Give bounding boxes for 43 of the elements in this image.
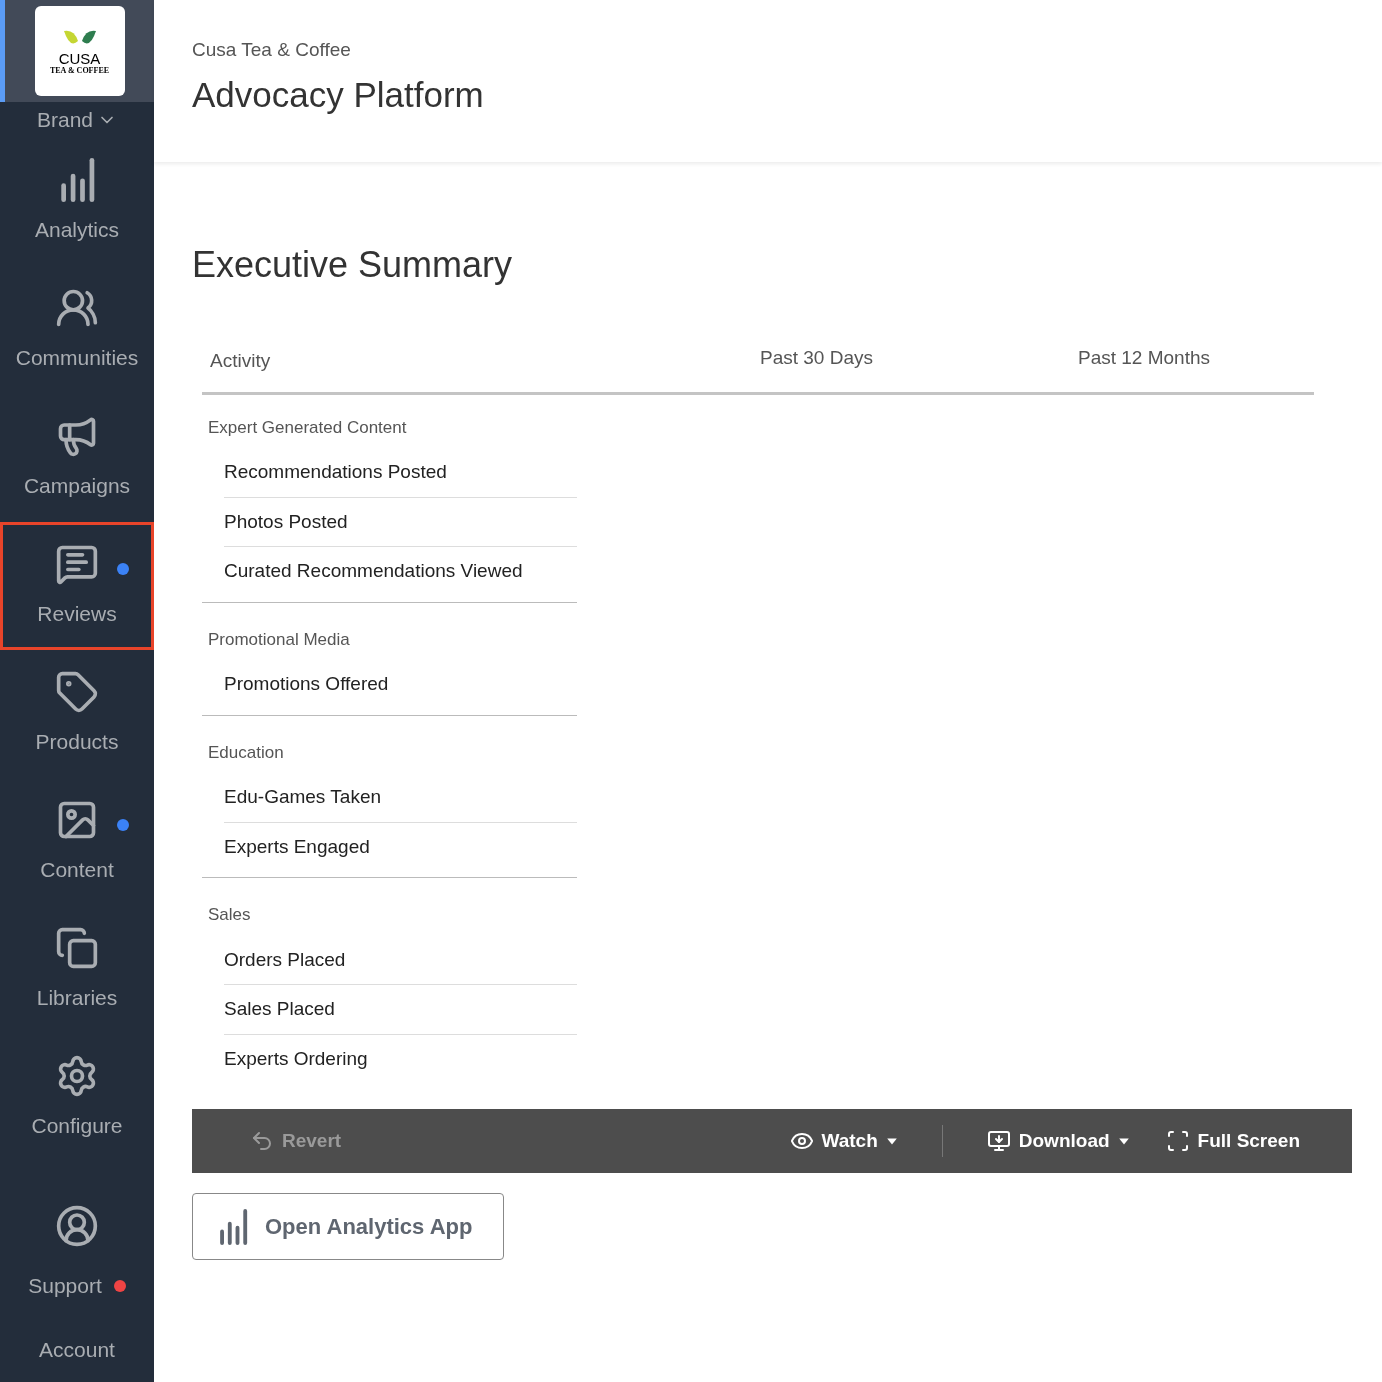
nav-item[interactable]: Campaigns: [0, 394, 154, 522]
activity-label: Curated Recommendations Viewed: [224, 559, 524, 583]
group-label: Promotional Media: [208, 628, 351, 651]
download-icon: [986, 1129, 1011, 1153]
group-label: Sales: [208, 904, 252, 926]
activity-label: Promotions Offered: [224, 672, 390, 696]
toolbar-button[interactable]: Watch: [781, 1122, 906, 1160]
activity-label: Experts Ordering: [224, 1046, 369, 1071]
activity-label: Sales Placed: [224, 985, 577, 1035]
nav-item[interactable]: Reviews: [0, 522, 154, 650]
user-circle-icon: [55, 1204, 99, 1248]
footer-link[interactable]: Support: [28, 1270, 102, 1302]
nav-item[interactable]: Communities: [0, 266, 154, 394]
page-title: Advocacy Platform: [192, 73, 485, 116]
open-analytics-button[interactable]: Open Analytics App: [192, 1193, 504, 1260]
tag-icon: [55, 670, 99, 715]
copy-icon: [55, 926, 99, 971]
nav-item[interactable]: Products: [0, 650, 154, 778]
activity-label: Photos Posted: [224, 497, 577, 547]
undo-icon: [250, 1129, 274, 1153]
bar-chart-icon: [217, 1208, 249, 1245]
nav-item[interactable]: Analytics: [0, 138, 154, 266]
activity-label: Experts Engaged: [224, 834, 371, 859]
logo-name: CUSA: [58, 50, 101, 66]
activity-label: Recommendations Posted: [224, 448, 577, 498]
nav-item[interactable]: Configure: [0, 1034, 154, 1162]
column-header: Past 30 Days: [760, 346, 874, 370]
group-label: Expert Generated Content: [208, 416, 408, 439]
footer-link[interactable]: Account: [39, 1334, 115, 1366]
brand-dropdown[interactable]: Brand: [0, 102, 154, 138]
page-subtitle: Cusa Tea & Coffee: [192, 38, 352, 62]
toolbar-button[interactable]: Download: [978, 1122, 1138, 1160]
section-title: Executive Summary: [192, 243, 514, 287]
activity-label: Edu-Games Taken: [224, 773, 577, 823]
column-header: Past 12 Months: [1078, 346, 1211, 370]
nav-item[interactable]: Content: [0, 778, 154, 906]
fullscreen-icon: [1165, 1129, 1190, 1153]
toolbar-button[interactable]: Full Screen: [1157, 1122, 1308, 1160]
group-label: Education: [208, 741, 285, 764]
nav-item[interactable]: Libraries: [0, 906, 154, 1034]
logo-tagline: TEA & COFFEE: [49, 65, 110, 76]
column-header: Activity: [210, 349, 272, 373]
activity-label: Orders Placed: [224, 935, 577, 985]
